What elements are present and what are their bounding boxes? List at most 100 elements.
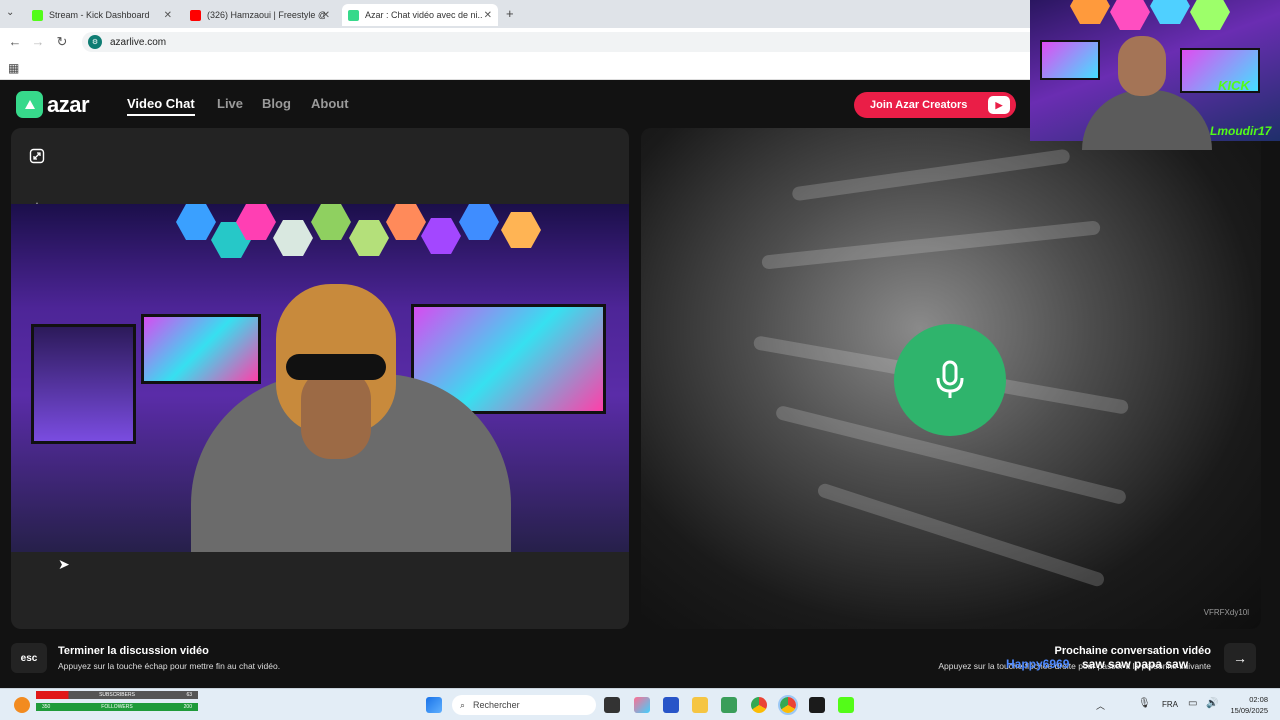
azar-page: azar Video Chat Live Blog About Join Aza… [0, 80, 1280, 688]
tab-azar[interactable]: Azar : Chat vidéo avec de ni... ✕ [342, 4, 498, 26]
light-panel [176, 204, 216, 240]
new-tab-icon[interactable]: + [506, 6, 514, 21]
network-icon[interactable]: ▭ [1188, 698, 1197, 709]
scarf-pattern [816, 481, 1106, 589]
chevron-up-icon[interactable]: ︿ [1096, 699, 1105, 712]
light-panel [1190, 0, 1230, 30]
kick-logo: KICK [1218, 78, 1250, 93]
system-clock[interactable]: 02:08 15/09/2025 [1226, 694, 1268, 716]
expand-icon[interactable] [27, 146, 47, 166]
end-chat-title: Terminer la discussion vidéo [58, 645, 209, 657]
subscribers-bar: SUBSCRIBERS 63 [36, 691, 198, 699]
play-icon: ▶ [988, 96, 1010, 114]
notification-icon[interactable] [14, 697, 30, 713]
terminal-icon[interactable] [809, 697, 825, 713]
reload-icon[interactable]: ↻ [51, 34, 73, 50]
file-explorer-icon[interactable] [692, 697, 708, 713]
mouse-cursor-icon: ➤ [58, 556, 70, 572]
tab-youtube[interactable]: (326) Hamzaoui | Freestyle @R... ✕ [184, 4, 336, 26]
light-panel [459, 204, 499, 240]
nav-about[interactable]: About [311, 96, 349, 111]
light-panel [311, 204, 351, 240]
copilot-icon[interactable] [634, 697, 650, 713]
azar-logo[interactable]: azar [16, 91, 90, 118]
partner-video-panel: VFRFXdy10l [641, 128, 1261, 629]
close-tab-icon[interactable]: ✕ [164, 10, 172, 21]
apps-grid-icon[interactable]: ▦ [8, 61, 19, 75]
light-panel [501, 212, 541, 248]
scarf-pattern [761, 220, 1101, 270]
light-panel [1070, 0, 1110, 24]
streamer-head [1118, 36, 1166, 96]
close-tab-icon[interactable]: ✕ [484, 10, 492, 21]
tab-title: (326) Hamzaoui | Freestyle @R... [207, 10, 325, 20]
self-video-panel: ✦ ☻ [11, 128, 629, 629]
nav-live[interactable]: Live [217, 96, 243, 111]
tab-search-chevron-icon[interactable]: ⌄ [6, 7, 14, 18]
windows-start-icon[interactable] [426, 697, 442, 713]
tab-kick-dashboard[interactable]: Stream - Kick Dashboard ✕ [26, 4, 178, 26]
mic-tray-icon[interactable]: 🎙 [1138, 698, 1151, 709]
url-text: azarlive.com [110, 36, 167, 48]
azar-logo-icon [16, 91, 43, 118]
windows-taskbar: SUBSCRIBERS 63 350 FOLLOWERS 200 ⌕ Reche… [0, 688, 1280, 720]
light-panel [421, 218, 461, 254]
streamer-name: Lmoudir17 [1210, 124, 1272, 138]
nav-video-chat[interactable]: Video Chat [127, 96, 195, 116]
store-icon[interactable] [663, 697, 679, 713]
chat-overlay-username: Happy6969 [1006, 657, 1070, 671]
next-chat-title: Prochaine conversation vidéo [1054, 645, 1212, 657]
light-panel [273, 220, 313, 256]
self-camera-feed [11, 204, 629, 552]
chrome-icon[interactable] [751, 697, 767, 713]
monitor [1040, 40, 1100, 80]
light-panel [349, 220, 389, 256]
forward-icon[interactable]: → [27, 34, 49, 49]
search-placeholder: Rechercher [473, 700, 520, 710]
scarf-pattern [791, 148, 1071, 202]
logo-text: azar [47, 91, 90, 117]
taskbar-search[interactable]: ⌕ Rechercher [452, 695, 596, 715]
chat-overlay-message: saw saw papa saw [1082, 657, 1189, 671]
notepad-icon[interactable] [721, 697, 737, 713]
nav-blog[interactable]: Blog [262, 96, 291, 111]
azar-favicon-icon [348, 9, 359, 21]
join-azar-creators-button[interactable]: Join Azar Creators ▶ [854, 92, 1016, 118]
join-button-label: Join Azar Creators [870, 99, 968, 111]
volume-icon[interactable]: 🔊 [1206, 698, 1218, 709]
chrome-active-icon[interactable] [778, 695, 798, 715]
light-panel [1110, 0, 1150, 30]
esc-label: esc [20, 652, 38, 664]
kick-favicon-icon [32, 9, 43, 21]
followers-bar: 350 FOLLOWERS 200 [36, 703, 198, 711]
arrow-right-icon: → [1233, 650, 1247, 666]
pc-case [31, 324, 136, 444]
followers-value: 200 [183, 704, 192, 710]
light-panel [386, 204, 426, 240]
followers-label: FOLLOWERS [101, 704, 133, 710]
clock-time: 02:08 [1249, 695, 1268, 704]
input-language[interactable]: FRA [1162, 700, 1178, 709]
microphone-icon[interactable] [894, 324, 1006, 436]
kick-app-icon[interactable] [838, 697, 854, 713]
tab-title: Azar : Chat vidéo avec de ni... [365, 10, 483, 20]
subscribers-value: 63 [186, 692, 192, 698]
sunglasses [286, 354, 386, 380]
search-icon: ⌕ [460, 699, 466, 710]
site-info-icon[interactable]: ⚙ [88, 35, 102, 49]
monitor [141, 314, 261, 384]
tab-title: Stream - Kick Dashboard [49, 10, 150, 20]
esc-button[interactable]: esc [11, 643, 47, 673]
clock-date: 15/09/2025 [1230, 706, 1268, 715]
followers-min: 350 [42, 704, 51, 710]
video-id-label: VFRFXdy10l [1203, 608, 1249, 617]
youtube-favicon-icon [190, 9, 201, 21]
light-panel [1150, 0, 1190, 24]
next-arrow-button[interactable]: → [1224, 643, 1256, 673]
back-icon[interactable]: ← [4, 34, 26, 49]
subscribers-label: SUBSCRIBERS [99, 692, 135, 698]
person-face [301, 369, 371, 459]
end-chat-hint: Appuyez sur la touche échap pour mettre … [58, 661, 281, 671]
task-view-icon[interactable] [604, 697, 620, 713]
close-tab-icon[interactable]: ✕ [322, 10, 330, 21]
